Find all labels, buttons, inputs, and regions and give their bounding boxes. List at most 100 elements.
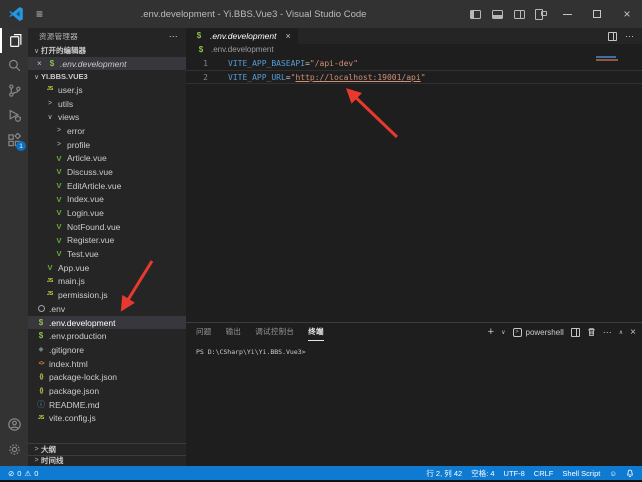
tree-item-notfound-vue[interactable]: VNotFound.vue [28,220,186,234]
panel-tabs: 问题输出调试控制台终端 [196,323,324,341]
tree-item-package-json[interactable]: {}package.json [28,384,186,398]
close-panel-icon[interactable]: × [630,327,636,338]
explorer-more-actions-icon[interactable]: ⋯ [169,31,178,42]
cursor-position[interactable]: 行 2, 列 42 [426,468,462,479]
run-debug-icon [7,108,22,123]
terminal-content[interactable]: PS D:\CSharp\Yi\Yi.BBS.Vue3> [186,341,642,466]
minimize-button[interactable] [552,0,582,28]
tree-item-label: main.js [58,276,85,286]
tree-item-env-production[interactable]: $.env.production [28,329,186,343]
tree-item-env-development[interactable]: $.env.development [28,316,186,330]
activity-bar: 1 [0,28,28,466]
tree-item-views[interactable]: ∨views [28,110,186,124]
tree-item-gitignore[interactable]: ◆.gitignore [28,343,186,357]
new-terminal-icon[interactable]: + [488,326,494,338]
tree-item-editarticle-vue[interactable]: VEditArticle.vue [28,179,186,193]
maximize-panel-icon[interactable]: ∧ [619,329,623,336]
tree-item-utils[interactable]: >utils [28,97,186,111]
panel-tab-调试控制台[interactable]: 调试控制台 [255,323,294,341]
notifications-bell-icon[interactable] [626,469,634,478]
project-root-section[interactable]: ∨ YI.BBS.VUE3 [28,70,186,83]
close-editor-icon[interactable]: × [37,59,47,68]
env-file-icon: $ [194,32,204,40]
activitybar-run-debug[interactable] [0,103,28,128]
chevron-down-icon: ∨ [32,47,41,55]
explorer-files-icon [8,33,23,48]
tree-item-label: .env.production [49,331,107,341]
menu-icon[interactable]: ≡ [36,7,43,21]
language-mode[interactable]: Shell Script [562,469,600,478]
vscode-window: ≡ .env.development - Yi.BBS.Vue3 - Visua… [0,0,642,482]
tree-item-app-vue[interactable]: VApp.vue [28,261,186,275]
tree-item-index-vue[interactable]: VIndex.vue [28,193,186,207]
toggle-panel-button[interactable] [486,0,508,28]
api-url-link[interactable]: http://localhost:19001/api [295,73,420,82]
panel-tab-终端[interactable]: 终端 [308,323,324,341]
tree-item-permission-js[interactable]: JSpermission.js [28,288,186,302]
close-window-button[interactable]: × [612,0,642,28]
maximize-button[interactable] [582,0,612,28]
shell-name[interactable]: powershell [526,328,564,337]
toggle-secondary-sidebar-button[interactable] [508,0,530,28]
tree-item-test-vue[interactable]: VTest.vue [28,247,186,261]
panel-more-icon[interactable]: ⋯ [603,327,612,338]
env-file-icon: $ [36,319,46,327]
timeline-section[interactable]: > 时间线 [28,455,186,467]
tree-item-env[interactable]: .env [28,302,186,316]
feedback-smiley-icon[interactable]: ☺ [609,469,617,478]
panel-tab-问题[interactable]: 问题 [196,323,212,341]
vscode-logo-icon [8,6,24,22]
outline-section[interactable]: > 大纲 [28,443,186,455]
problems-status[interactable]: ⊘ 0 ⚠ 0 [8,469,38,478]
tree-item-label: Index.vue [67,194,104,204]
eol-sequence[interactable]: CRLF [534,469,554,478]
env-file-icon: $ [196,46,206,54]
titlebar-controls: × [464,0,642,28]
errors-icon: ⊘ [8,469,14,478]
tree-item-vite-config-js[interactable]: JSvite.config.js [28,412,186,426]
encoding[interactable]: UTF-8 [504,469,525,478]
tree-item-main-js[interactable]: JSmain.js [28,275,186,289]
tree-item-error[interactable]: >error [28,124,186,138]
more-actions-icon[interactable]: ⋯ [625,31,634,42]
env-key: VITE_APP_BASEAPI [228,59,305,68]
breadcrumb[interactable]: $ .env.development [186,44,642,55]
tree-item-label: Article.vue [67,153,107,163]
tree-item-user-js[interactable]: JSuser.js [28,83,186,97]
tree-item-login-vue[interactable]: VLogin.vue [28,206,186,220]
kill-terminal-trash-icon[interactable] [587,327,596,337]
tree-item-profile[interactable]: >profile [28,138,186,152]
tab-env-development[interactable]: $ .env.development × [186,28,298,44]
tree-item-index-html[interactable]: <>index.html [28,357,186,371]
file-tree: JSuser.js>utils∨views>error>profileVArti… [28,83,186,443]
terminal-dropdown-icon[interactable]: ∨ [501,329,505,336]
toggle-primary-sidebar-button[interactable] [464,0,486,28]
close-icon: × [623,8,630,20]
open-editor-item-env-development[interactable]: × $ .env.development [28,57,186,70]
close-tab-icon[interactable]: × [285,31,290,41]
tree-item-readme-md[interactable]: ⓘREADME.md [28,398,186,412]
activitybar-source-control[interactable] [0,78,28,103]
activitybar-account[interactable] [0,412,28,437]
open-editors-section[interactable]: ∨ 打开的编辑器 [28,44,186,57]
split-terminal-icon[interactable] [571,328,580,337]
tree-item-register-vue[interactable]: VRegister.vue [28,234,186,248]
activitybar-extensions[interactable]: 1 [0,128,28,153]
activitybar-settings[interactable] [0,437,28,462]
panel-tab-输出[interactable]: 输出 [226,323,242,341]
errors-count: 0 [17,469,21,478]
activitybar-search[interactable] [0,53,28,78]
html-file-icon: <> [36,361,46,367]
tree-item-article-vue[interactable]: VArticle.vue [28,151,186,165]
customize-layout-button[interactable] [530,0,552,28]
tree-item-discuss-vue[interactable]: VDiscuss.vue [28,165,186,179]
split-editor-icon[interactable] [608,32,617,41]
tree-item-package-lock-json[interactable]: {}package-lock.json [28,370,186,384]
minimap[interactable] [596,56,618,62]
vue-file-icon: V [54,196,64,204]
code-editor[interactable]: 1 VITE_APP_BASEAPI="/api-dev" 2 VITE_APP… [186,55,642,322]
tree-item-label: package.json [49,386,99,396]
chev-rightron-icon: > [54,127,64,134]
activitybar-explorer[interactable] [0,28,28,53]
indentation[interactable]: 空格: 4 [471,468,494,479]
